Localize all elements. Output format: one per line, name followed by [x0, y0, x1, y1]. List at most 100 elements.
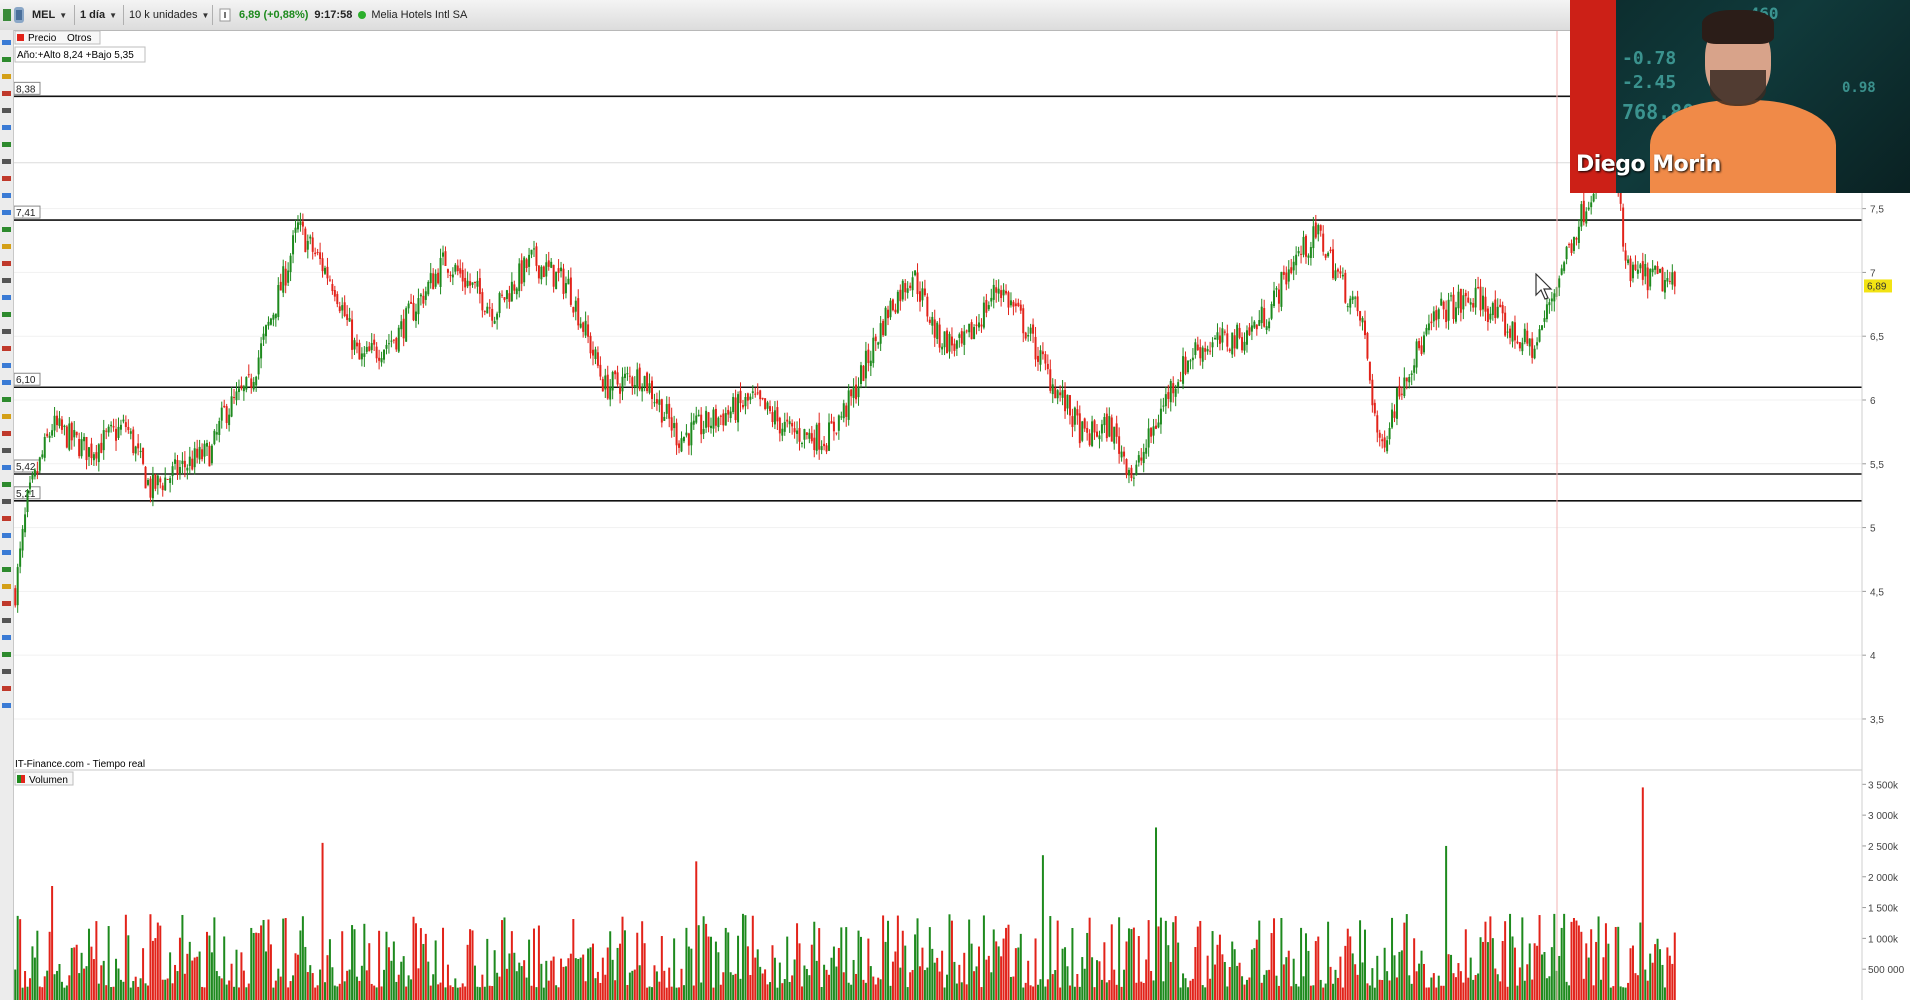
volume-bar	[773, 957, 776, 1000]
volume-bar	[198, 951, 201, 1000]
volume-bar	[1228, 967, 1231, 1000]
volume-bar	[796, 923, 799, 1000]
drawing-tool-icon[interactable]	[2, 465, 11, 470]
volume-bar	[1600, 979, 1603, 1000]
volume-bar	[1078, 986, 1081, 1000]
drawing-tool-icon[interactable]	[2, 210, 11, 215]
period-selector[interactable]: 1 día ▼	[80, 0, 117, 30]
volume-bar	[422, 943, 425, 1000]
drawing-tool-icon[interactable]	[2, 703, 11, 708]
drawing-tool-icon[interactable]	[2, 397, 11, 402]
drawing-tool-icon[interactable]	[2, 346, 11, 351]
volume-bar	[166, 978, 169, 1000]
info-icon[interactable]	[219, 0, 231, 30]
price-candle	[946, 327, 949, 354]
volume-bar	[918, 966, 921, 1000]
volume-bar	[473, 965, 476, 1000]
volume-bar	[764, 969, 767, 1000]
volume-bar	[282, 918, 285, 1000]
volume-bar	[19, 919, 22, 1000]
drawing-tool-icon[interactable]	[2, 329, 11, 334]
volume-bar	[584, 981, 587, 1000]
drawing-tool-icon[interactable]	[2, 584, 11, 589]
drawing-tool-icon[interactable]	[2, 295, 11, 300]
drawing-tool-icon[interactable]	[2, 482, 11, 487]
volume-bar	[1418, 963, 1421, 1000]
volume-bar	[791, 975, 794, 1000]
volume-bar	[1221, 954, 1224, 1000]
price-candle	[397, 324, 400, 354]
volume-bar	[1548, 976, 1551, 1000]
drawing-tool-icon[interactable]	[2, 312, 11, 317]
volume-bar	[771, 945, 774, 1000]
volume-bar	[1071, 927, 1074, 1000]
units-selector[interactable]: 10 k unidades ▼	[129, 0, 209, 30]
price-tick-label: 4,5	[1870, 587, 1884, 598]
drawing-tool-icon[interactable]	[2, 380, 11, 385]
drawing-tool-icon[interactable]	[2, 686, 11, 691]
volume-bar	[641, 921, 644, 1000]
drawing-tool-icon[interactable]	[2, 40, 11, 45]
drawing-tool-icon[interactable]	[2, 261, 11, 266]
quote-time: 9:17:58	[314, 9, 353, 21]
volume-bar	[220, 978, 223, 1000]
volume-bar	[1273, 918, 1276, 1000]
drawing-tool-icon[interactable]	[2, 363, 11, 368]
drawing-tool-icon[interactable]	[2, 448, 11, 453]
volume-bar	[1612, 986, 1615, 1000]
drawing-tool-icon[interactable]	[2, 74, 11, 79]
drawing-tool-icon[interactable]	[2, 108, 11, 113]
drawing-tool-icon[interactable]	[2, 635, 11, 640]
volume-bar	[385, 931, 388, 1000]
volume-bar	[1381, 979, 1384, 1000]
drawing-tool-icon[interactable]	[2, 91, 11, 96]
drawing-tool-icon[interactable]	[2, 618, 11, 623]
volume-bar	[252, 932, 255, 1000]
volume-bar	[107, 926, 110, 1000]
volume-bar	[850, 984, 853, 1000]
volume-bar	[1631, 945, 1634, 1000]
volume-bar	[904, 945, 907, 1000]
volume-bar	[496, 972, 499, 1000]
drawing-tool-icon[interactable]	[2, 533, 11, 538]
drawing-tool-icon[interactable]	[2, 193, 11, 198]
drawing-tool-icon[interactable]	[2, 227, 11, 232]
drawing-tool-icon[interactable]	[2, 652, 11, 657]
drawing-tool-icon[interactable]	[2, 176, 11, 181]
volume-bar	[1572, 918, 1575, 1000]
symbol-selector[interactable]: MEL ▼	[32, 0, 67, 30]
drawing-tool-icon[interactable]	[2, 499, 11, 504]
volume-bar	[1582, 978, 1585, 1000]
volume-bar	[1088, 917, 1091, 1000]
drawing-tool-icon[interactable]	[2, 57, 11, 62]
volume-bar	[1113, 969, 1116, 1000]
drawing-tool-icon[interactable]	[2, 125, 11, 130]
volume-bar	[798, 943, 801, 1000]
volume-bar	[1275, 975, 1278, 1000]
drawing-tool-icon[interactable]	[2, 669, 11, 674]
drawing-tool-icon[interactable]	[2, 567, 11, 572]
volume-bar	[884, 941, 887, 1000]
drawing-tool-icon[interactable]	[2, 516, 11, 521]
drawing-tool-icon[interactable]	[2, 601, 11, 606]
others-tab[interactable]: Otros	[67, 33, 91, 44]
volume-bar	[446, 964, 449, 1000]
volume-bar	[970, 943, 973, 1000]
volume-bar	[857, 930, 860, 1000]
drawing-tool-icon[interactable]	[2, 431, 11, 436]
drawing-tool-icon[interactable]	[2, 159, 11, 164]
drawing-tool-icon[interactable]	[2, 142, 11, 147]
drawing-tool-icon[interactable]	[2, 244, 11, 249]
drawing-tool-icon[interactable]	[2, 550, 11, 555]
volume-bar	[1214, 964, 1217, 1000]
price-tick-label: 6,5	[1870, 332, 1884, 343]
drawing-tool-icon[interactable]	[2, 414, 11, 419]
volume-bar	[761, 973, 764, 1000]
volume-bar	[434, 940, 437, 1000]
volume-bar	[1629, 948, 1632, 1000]
drawing-tool-icon[interactable]	[2, 278, 11, 283]
price-tab[interactable]: Precio	[28, 33, 57, 44]
volume-bar	[41, 987, 44, 1000]
volume-bar	[486, 938, 489, 1000]
symbol-icon[interactable]	[2, 0, 26, 30]
